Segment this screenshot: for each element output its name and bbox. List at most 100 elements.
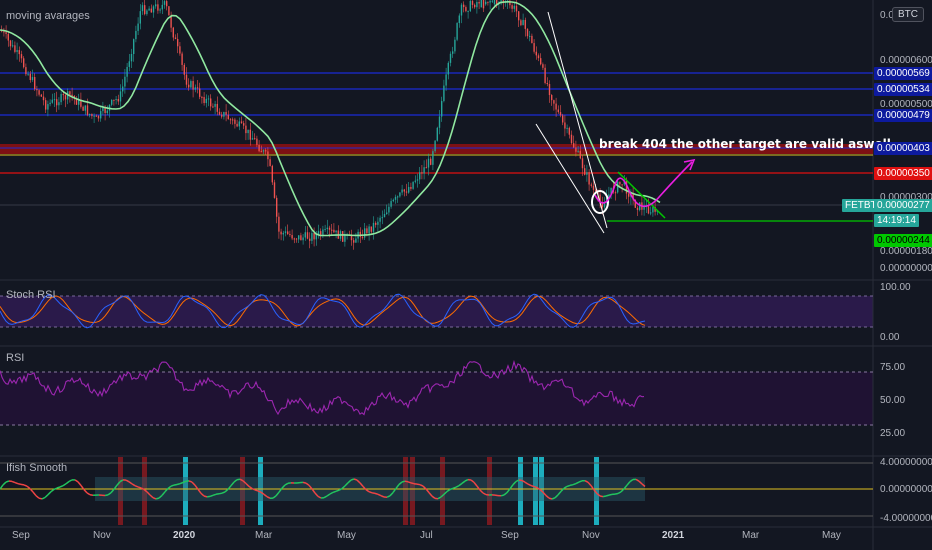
candle-body [436, 127, 438, 141]
candle-body [188, 84, 190, 88]
candle-body [399, 192, 401, 197]
candle-body [434, 140, 436, 152]
candle-body [265, 150, 267, 152]
candle-body [546, 83, 548, 85]
candle-body [181, 53, 183, 65]
candle-body [513, 5, 515, 9]
candle-body [438, 116, 441, 128]
candle-body [383, 213, 386, 218]
candle-body [258, 144, 260, 152]
rsi-pane-title: RSI [6, 352, 25, 364]
chart-annotation[interactable]: break 404 the other target are valid asw… [599, 137, 891, 151]
rsi-tick-50: 50.00 [880, 395, 906, 406]
candle-body [47, 104, 49, 110]
ifish-segment [206, 495, 211, 498]
candle-body [342, 231, 344, 242]
candle-body [150, 8, 152, 13]
candle-body [403, 189, 405, 192]
candle-body [603, 203, 606, 208]
candle-body [183, 64, 185, 75]
time-label-nov-2019: Nov [93, 530, 111, 541]
candle-body [465, 7, 467, 12]
candle-body [368, 226, 370, 234]
candle-body [449, 53, 452, 63]
candle-body [366, 228, 368, 234]
candle-body [408, 187, 410, 193]
candle-body [5, 32, 7, 34]
ifish-segment [254, 489, 259, 492]
candle-body [388, 206, 390, 213]
candle-body [199, 88, 201, 97]
candle-body [276, 197, 278, 217]
candle-body [221, 114, 223, 117]
candle-body [29, 73, 31, 81]
candle-body [256, 138, 258, 145]
ifish-segment [452, 486, 457, 490]
candle-body [227, 114, 229, 120]
candle-body [117, 98, 119, 102]
main-pane-title: moving avarages [6, 10, 90, 22]
time-label-2021: 2021 [662, 530, 685, 541]
candle-body [381, 217, 383, 219]
ifish-segment [416, 483, 421, 486]
candle-body [273, 182, 276, 198]
candle-body [192, 81, 194, 90]
candle-body [58, 102, 60, 106]
ifish-segment [605, 494, 610, 497]
candle-body [229, 119, 232, 121]
candle-body [575, 147, 577, 152]
candle-body [115, 98, 117, 100]
ifish-segment [608, 493, 613, 496]
candle-body [410, 187, 412, 189]
candle-body [172, 27, 174, 38]
candle-body [232, 119, 234, 121]
candle-body [401, 189, 403, 193]
ifish-segment [335, 489, 340, 493]
candle-body [326, 227, 328, 230]
ifish-segment [494, 494, 499, 497]
candle-body [482, 0, 485, 9]
candle-body [104, 107, 106, 113]
candle-body [577, 150, 579, 152]
time-label-2020: 2020 [173, 530, 196, 541]
candle-body [414, 180, 416, 182]
candle-body [518, 11, 520, 21]
candle-body [166, 1, 168, 7]
candle-body [179, 46, 181, 54]
ifish-segment [173, 483, 178, 486]
candle-body [650, 212, 652, 214]
candle-body [64, 95, 67, 100]
price-tag-350: 0.00000350 [874, 167, 932, 180]
ifish-segment [566, 484, 571, 488]
chart-canvas[interactable] [0, 0, 932, 550]
ifish-tick-4: 4.00000000 [880, 457, 932, 468]
candle-body [559, 112, 562, 116]
ifish-segment [203, 495, 208, 498]
candle-body [491, 0, 493, 2]
candle-body [601, 203, 603, 208]
price-tag-569: 0.00000569 [874, 67, 932, 80]
candle-body [245, 125, 247, 134]
currency-badge[interactable]: BTC [892, 7, 924, 22]
candle-body [102, 107, 104, 112]
candle-body [155, 4, 157, 7]
candle-body [333, 229, 335, 233]
rsi-band [0, 372, 873, 425]
candle-body [7, 33, 9, 41]
candle-body [82, 106, 84, 111]
candle-body [555, 103, 557, 110]
candle-body [42, 96, 45, 101]
candle-body [249, 129, 251, 140]
candle-body [647, 206, 650, 214]
candle-body [636, 207, 639, 210]
candle-body [111, 99, 113, 105]
ifish-segment [212, 493, 217, 497]
time-label-mar-2020: Mar [255, 530, 273, 541]
candle-body [84, 105, 86, 111]
candle-body [38, 90, 40, 95]
candle-body [427, 158, 430, 168]
candle-body [480, 0, 482, 8]
candle-body [27, 73, 29, 75]
scale-tick-600: 0.00000600 [880, 55, 932, 66]
candle-body [628, 193, 630, 197]
